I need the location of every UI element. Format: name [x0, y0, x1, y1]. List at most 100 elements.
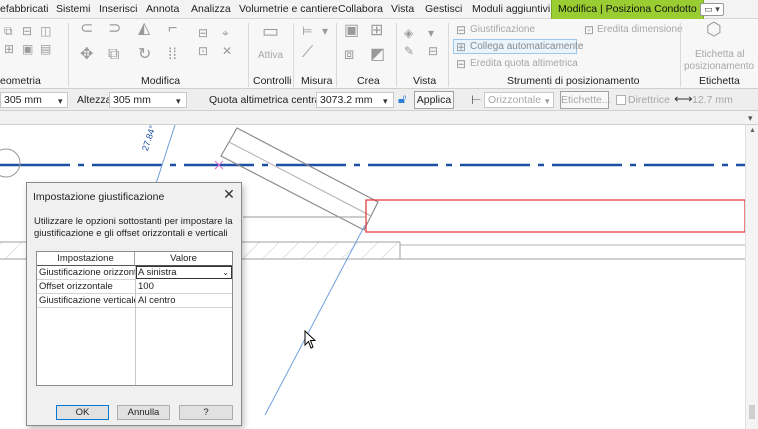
measure-dropdown-icon[interactable]: ▾ — [322, 25, 328, 37]
angled-duct-axis — [228, 141, 372, 217]
split-face-icon[interactable]: ◫ — [40, 25, 51, 37]
linework-icon[interactable]: ⊟ — [428, 45, 438, 57]
horizontal-offset-field[interactable]: 100 — [136, 280, 232, 294]
scale-icon[interactable]: ⊡ — [198, 45, 208, 57]
tab-prefabbricati[interactable]: efabbricati — [0, 0, 48, 19]
split-icon[interactable]: ⊟ — [198, 27, 208, 39]
cut-icon[interactable]: ⧉ — [4, 25, 13, 37]
orientation-select[interactable]: Orizzontale — [484, 92, 554, 108]
wall-join-icon[interactable]: ⊟ — [22, 25, 32, 37]
tag-on-placement-icon[interactable]: ⬡ — [706, 20, 722, 38]
selected-duct[interactable] — [365, 199, 746, 233]
options-bar: 305 mm ▾ Altezza: 305 mm ▾ Quota altimet… — [0, 89, 758, 111]
align-icon[interactable]: ⊂ — [80, 21, 93, 37]
join-icon[interactable]: ⊞ — [4, 43, 14, 55]
collapse-icon[interactable]: ▾ — [748, 112, 753, 124]
distance-value[interactable]: 12.7 mm — [692, 94, 733, 106]
panel-etichetta-label: Etichetta — [699, 75, 740, 87]
tab-vista[interactable]: Vista — [391, 0, 414, 19]
tab-analizza[interactable]: Analizza — [191, 0, 231, 19]
mouse-cursor-icon — [304, 330, 317, 349]
collega-automaticamente-button[interactable]: Collega automaticamente — [470, 41, 583, 52]
chevron-down-icon[interactable]: ▾ — [383, 95, 388, 107]
justification-icon[interactable]: ⊟ — [456, 24, 466, 36]
tab-moduli-aggiuntivi[interactable]: Moduli aggiuntivi — [472, 0, 550, 19]
panel-toggle-button[interactable]: ▭ ▾ — [700, 3, 724, 16]
close-icon[interactable]: ✕ — [221, 186, 237, 202]
settings-table: Impostazione Valore Giustificazione oriz… — [36, 251, 233, 386]
quota-label: Quota altimetrica centrale: — [209, 94, 332, 106]
chevron-down-icon[interactable]: ⌄ — [222, 267, 229, 278]
dimension-icon[interactable]: ⟋ — [302, 45, 313, 61]
scroll-thumb[interactable] — [749, 405, 755, 419]
ok-button[interactable]: OK — [56, 405, 109, 420]
panel-separator — [448, 23, 449, 87]
mirror-icon[interactable]: ◭ — [138, 21, 150, 37]
etichette-button[interactable]: Etichette... — [560, 91, 611, 109]
pin-icon[interactable]: ⌖ — [222, 27, 229, 39]
justification-dialog: Impostazione giustificazione ✕ Utilizzar… — [26, 182, 242, 426]
delete-icon[interactable]: ✕ — [222, 45, 232, 57]
offset-icon[interactable]: ⊃ — [108, 21, 121, 37]
measure-icon[interactable]: ⊨ — [302, 25, 312, 37]
help-button[interactable]: ? — [179, 405, 233, 420]
panel-strumenti-label: Strumenti di posizionamento — [507, 75, 640, 87]
copy-icon[interactable]: ⧉ — [108, 47, 119, 63]
panel-geometria-label: eometria — [0, 75, 41, 87]
inherit-size-icon[interactable]: ⊡ — [584, 24, 594, 36]
chevron-down-icon[interactable]: ▾ — [176, 95, 181, 107]
tab-volumetrie-e-cantiere[interactable]: Volumetrie e cantiere — [239, 0, 338, 19]
array-icon[interactable]: ⁞⁞ — [168, 47, 177, 63]
create-assembly-icon[interactable]: ▣ — [344, 23, 359, 39]
tab-sistemi[interactable]: Sistemi — [56, 0, 90, 19]
tab-collabora[interactable]: Collabora — [338, 0, 383, 19]
tab-annota[interactable]: Annota — [146, 0, 179, 19]
rotate-icon[interactable]: ↻ — [138, 47, 151, 63]
panel-separator — [293, 23, 294, 87]
move-icon[interactable]: ✥ — [80, 47, 93, 63]
chevron-down-icon[interactable]: ▾ — [58, 95, 63, 107]
etichetta-line1[interactable]: Etichetta al — [695, 49, 744, 60]
override-icon[interactable]: ✎ — [404, 45, 414, 57]
create-group-icon[interactable]: ⧈ — [344, 47, 354, 63]
tab-gestisci[interactable]: Gestisci — [425, 0, 462, 19]
create-similar-icon[interactable]: ◩ — [370, 47, 385, 63]
select-value: A sinistra — [138, 267, 177, 278]
column-header-valore: Valore — [135, 252, 232, 266]
panel-separator — [680, 23, 681, 87]
paint-icon[interactable]: ▣ — [22, 43, 33, 55]
lock-icon[interactable]: 🔓︎ — [398, 92, 406, 105]
vertical-scrollbar[interactable]: ▲ — [745, 125, 758, 429]
attiva-label[interactable]: Attiva — [258, 50, 283, 61]
panel-separator — [248, 23, 249, 87]
etichetta-line2[interactable]: posizionamento — [684, 61, 754, 72]
cancel-button[interactable]: Annulla — [117, 405, 170, 420]
tag-icon: ⊢ — [471, 93, 482, 107]
table-row-setting: Offset orizzontale — [37, 280, 135, 294]
applica-button[interactable]: Applica — [414, 91, 454, 109]
dialog-description: Utilizzare le opzioni sottostanti per im… — [34, 216, 233, 239]
table-row-setting: Giustificazione orizzontale — [37, 267, 135, 280]
chevron-down-icon[interactable]: ▾ — [545, 95, 550, 107]
eredita-dimensione-button[interactable]: Eredita dimensione — [597, 24, 683, 35]
activate-dimensions-icon[interactable]: ▭ — [262, 22, 279, 40]
panel-separator — [396, 23, 397, 87]
vertical-justification-field[interactable]: Al centro — [136, 294, 232, 308]
view-dropdown-icon[interactable]: ▾ — [428, 27, 434, 39]
panel-controlli-label: Controlli — [253, 75, 292, 87]
hide-icon[interactable]: ◈ — [404, 27, 413, 39]
tab-inserisci[interactable]: Inserisci — [99, 0, 138, 19]
trim-icon[interactable]: ⌐ — [168, 21, 177, 37]
giustificazione-button[interactable]: Giustificazione — [470, 24, 535, 35]
inherit-elevation-icon[interactable]: ⊟ — [456, 58, 466, 70]
eredita-quota-button[interactable]: Eredita quota altimetrica — [470, 58, 578, 69]
panel-vista-label: Vista — [413, 75, 437, 87]
direttrice-checkbox[interactable] — [616, 95, 626, 105]
demolish-icon[interactable]: ▤ — [40, 43, 51, 55]
create-parts-icon[interactable]: ⊞ — [370, 23, 383, 39]
tab-modifica-posiziona-condotto[interactable]: Modifica | Posiziona Condotto — [551, 0, 704, 19]
horizontal-justification-select[interactable]: A sinistra ⌄ — [136, 266, 232, 279]
scroll-up-icon[interactable]: ▲ — [749, 127, 756, 134]
ribbon: ⧉ ⊞ ⊟ ▣ ◫ ▤ eometria ⊂ ✥ ⊃ ⧉ ◭ ↻ ⌐ ⁞⁞ ⊟ … — [0, 19, 758, 89]
auto-connect-icon[interactable]: ⊞ — [456, 41, 466, 53]
